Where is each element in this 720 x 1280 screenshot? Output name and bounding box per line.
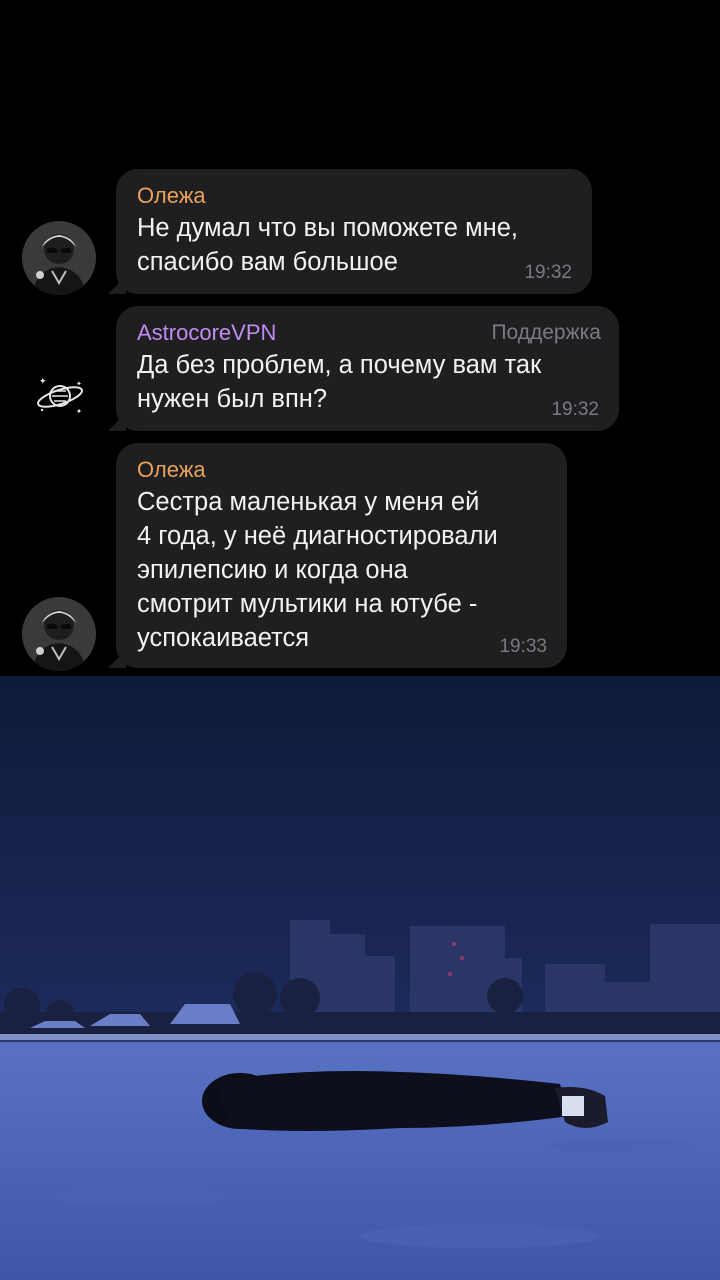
message-bubble[interactable]: Олежа Не думал что вы поможете мне, спас…: [116, 169, 592, 294]
sender-name[interactable]: Олежа: [137, 183, 570, 209]
svg-text:✦: ✦: [39, 377, 47, 387]
person-avatar[interactable]: [22, 221, 96, 295]
message-time: 19:32: [551, 399, 599, 420]
person-avatar[interactable]: [22, 597, 96, 671]
message-bubble[interactable]: AstrocoreVPN Поддержка Да без проблем, а…: [116, 306, 619, 431]
message-text: Не думал что вы поможете мне, спасибо ва…: [137, 214, 518, 276]
message-time: 19:32: [524, 262, 572, 283]
planet-icon[interactable]: ✦ ✦: [22, 358, 96, 432]
message-text: Да без проблем, а почему вам так нужен б…: [137, 351, 542, 413]
message-text: Сестра маленькая у меня ей 4 года, у неё…: [137, 488, 498, 652]
message-time: 19:33: [499, 636, 547, 657]
svg-text:✦: ✦: [76, 380, 82, 388]
message-bubble[interactable]: Олежа Сестра маленькая у меня ей 4 года,…: [116, 443, 567, 668]
sender-name[interactable]: Олежа: [137, 457, 545, 483]
chat-screenshot: Олежа Не думал что вы поможете мне, спас…: [0, 0, 720, 676]
snow-photo: [0, 676, 720, 1280]
support-role-label: Поддержка: [491, 321, 601, 344]
